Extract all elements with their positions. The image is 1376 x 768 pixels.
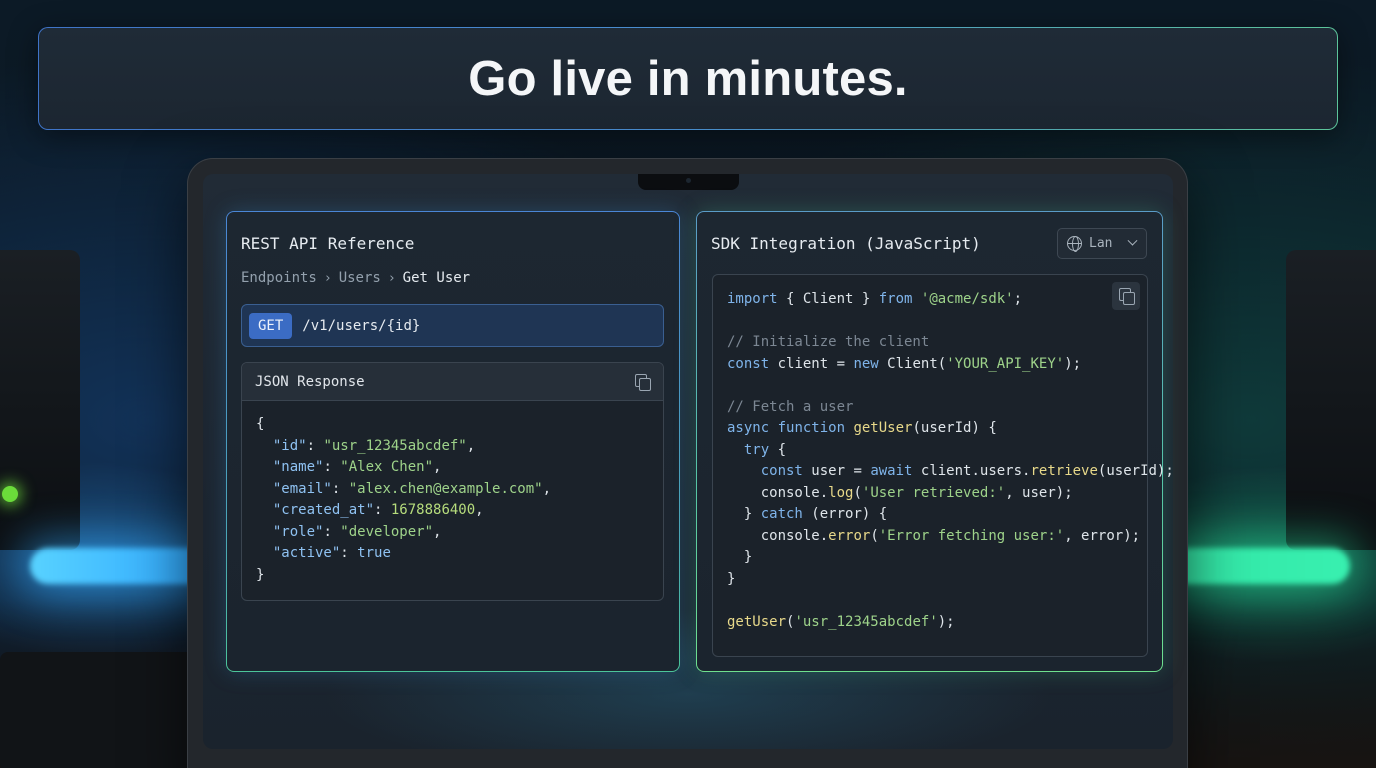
- endpoint-bar[interactable]: GET /v1/users/{id}: [241, 304, 664, 347]
- green-light-strip: [1170, 548, 1350, 584]
- sdk-code: import { Client } from '@acme/sdk'; // I…: [727, 289, 1174, 633]
- json-response-header: JSON Response: [242, 363, 663, 401]
- sdk-panel: SDK Integration (JavaScript) Lan import …: [696, 211, 1174, 672]
- right-speaker: [1286, 250, 1376, 550]
- globe-icon: [1067, 236, 1082, 252]
- blue-light-strip: [30, 548, 205, 584]
- copy-icon[interactable]: [634, 373, 651, 391]
- code-token: }: [743, 549, 753, 565]
- json-key: "role": [272, 523, 324, 540]
- json-key: "id": [272, 437, 307, 454]
- code-token: await: [870, 463, 913, 479]
- language-selector-label: Lan: [1089, 236, 1113, 251]
- code-token: 'YOUR_API_KEY': [946, 355, 1065, 372]
- json-response-box: JSON Response { "id": "usr_12345abcdef",…: [241, 362, 664, 601]
- code-token: {: [769, 441, 787, 458]
- code-token: (: [870, 527, 879, 544]
- headline: Go live in minutes.: [468, 51, 908, 106]
- code-token: (: [853, 484, 862, 501]
- code-token: }: [727, 570, 736, 587]
- code-token: { Client }: [777, 291, 879, 307]
- code-token: retrieve: [1030, 463, 1098, 479]
- breadcrumb: Endpoints › Users › Get User: [241, 270, 470, 286]
- left-speaker: [0, 250, 80, 550]
- code-token: Client(: [878, 355, 947, 372]
- code-token: ;: [1013, 291, 1023, 307]
- chevron-down-icon: [1128, 235, 1138, 246]
- chevron-right-icon: ›: [387, 270, 396, 286]
- code-token: try: [743, 441, 770, 458]
- code-token: function: [769, 420, 854, 436]
- code-token: async: [727, 420, 770, 436]
- json-key: "email": [272, 480, 332, 497]
- code-comment: // Initialize the client: [727, 334, 930, 350]
- code-token: console.: [760, 527, 829, 544]
- code-token: import: [727, 291, 778, 307]
- json-key: "active": [272, 545, 341, 561]
- breadcrumb-endpoints[interactable]: Endpoints: [241, 270, 317, 286]
- json-key: "created_at": [272, 502, 375, 518]
- http-method-badge: GET: [249, 312, 293, 339]
- code-token: }: [743, 506, 761, 522]
- code-token: 'User retrieved:': [861, 484, 1006, 501]
- code-token: new: [853, 355, 879, 372]
- code-token: user =: [802, 463, 871, 479]
- code-token: const: [727, 355, 770, 372]
- panel-title: REST API Reference: [241, 234, 415, 253]
- code-token: client =: [769, 355, 854, 372]
- code-token: '@acme/sdk': [920, 291, 1014, 307]
- endpoint-path: /v1/users/{id}: [302, 317, 421, 334]
- json-value: 1678886400: [390, 502, 476, 518]
- code-comment: // Fetch a user: [727, 398, 854, 415]
- json-value: "usr_12345abcdef": [323, 437, 467, 454]
- json-code: { "id": "usr_12345abcdef", "name": "Alex…: [256, 416, 552, 583]
- code-token: );: [937, 613, 955, 630]
- code-token: console.: [760, 484, 829, 501]
- sdk-code-box: import { Client } from '@acme/sdk'; // I…: [712, 274, 1174, 657]
- json-response-title: JSON Response: [255, 373, 365, 390]
- chevron-right-icon: ›: [323, 270, 332, 286]
- json-value: "developer": [340, 523, 434, 540]
- json-value: true: [357, 545, 391, 561]
- code-token: );: [1064, 355, 1082, 372]
- code-token: error: [828, 527, 871, 544]
- breadcrumb-users[interactable]: Users: [339, 270, 381, 286]
- code-token: , error);: [1064, 527, 1141, 544]
- code-token: getUser: [853, 420, 913, 436]
- breadcrumb-get-user: Get User: [402, 270, 471, 286]
- speaker-led: [2, 486, 18, 502]
- code-token: , user);: [1005, 484, 1073, 501]
- headline-banner: Go live in minutes.: [38, 27, 1338, 130]
- code-token: catch: [760, 506, 803, 522]
- code-token: const: [760, 463, 803, 479]
- rest-api-panel: REST API Reference Endpoints › Users › G…: [226, 211, 680, 672]
- code-token: from: [878, 291, 913, 307]
- code-token: client.users.: [912, 463, 1031, 479]
- code-token: (userId) {: [912, 420, 997, 436]
- code-token: 'usr_12345abcdef': [794, 613, 938, 630]
- language-selector[interactable]: Lan: [1057, 228, 1147, 259]
- json-value: "Alex Chen": [340, 459, 434, 475]
- json-value: "alex.chen@example.com": [348, 480, 543, 497]
- code-token: (userId);: [1097, 463, 1174, 479]
- code-token: log: [828, 484, 854, 501]
- code-token: (error) {: [802, 506, 888, 522]
- code-token: getUser: [727, 613, 787, 630]
- json-key: "name": [272, 459, 324, 475]
- code-token: 'Error fetching user:': [878, 527, 1065, 544]
- camera-icon: [686, 178, 691, 183]
- mousepad: [0, 652, 200, 768]
- panel-title: SDK Integration (JavaScript): [711, 234, 981, 253]
